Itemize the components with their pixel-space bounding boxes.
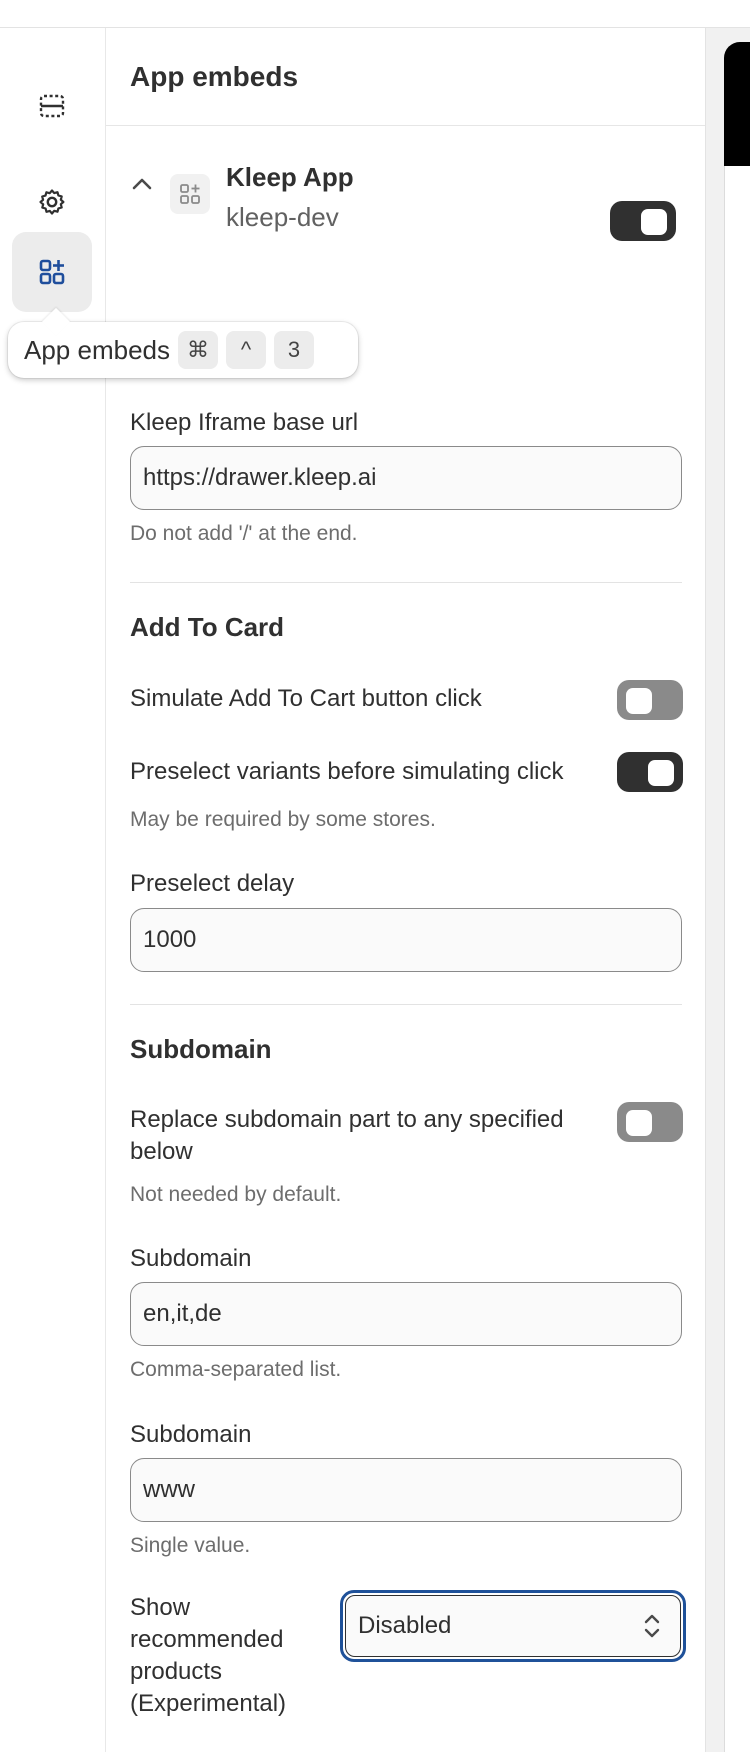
divider — [130, 1004, 682, 1005]
simulate-click-label: Simulate Add To Cart button click — [130, 685, 482, 712]
panel-header: App embeds — [106, 28, 705, 126]
iframe-url-help: Do not add '/' at the end. — [130, 522, 358, 545]
chevron-up-icon[interactable] — [128, 170, 156, 198]
iframe-url-input[interactable] — [130, 446, 682, 510]
simulate-click-toggle[interactable] — [617, 680, 683, 720]
tooltip: App embeds ⌘ ^ 3 — [8, 307, 358, 378]
kbd-control: ^ — [225, 331, 266, 369]
app-handle: kleep-dev — [226, 202, 339, 232]
settings-button[interactable] — [12, 162, 92, 242]
divider — [130, 582, 682, 583]
recommended-label-2: recommended — [130, 1626, 284, 1653]
app-embeds-button[interactable] — [12, 232, 92, 312]
select-value: Disabled — [358, 1612, 452, 1639]
tooltip-label: App embeds — [24, 334, 170, 365]
gear-icon — [39, 189, 65, 215]
preview-header — [724, 42, 750, 166]
app-enabled-toggle[interactable] — [610, 201, 676, 241]
preselect-delay-input[interactable] — [130, 908, 682, 972]
kbd-three: 3 — [273, 331, 314, 369]
add-to-card-heading: Add To Card — [130, 612, 285, 642]
sections-button[interactable] — [12, 66, 92, 146]
sidebar-rail — [0, 28, 106, 1752]
sections-icon — [39, 94, 65, 118]
page-title: App embeds — [130, 60, 299, 92]
recommended-label-3: products — [130, 1658, 223, 1685]
replace-subdomain-label-2: below — [130, 1138, 193, 1165]
app-name: Kleep App — [226, 162, 354, 192]
preselect-delay-label: Preselect delay — [130, 870, 295, 897]
recommended-label-4: (Experimental) — [130, 1690, 287, 1717]
replace-subdomain-help: Not needed by default. — [130, 1183, 342, 1206]
subdomain-single-label: Subdomain — [130, 1421, 252, 1448]
app-embeds-icon — [39, 259, 65, 285]
recommended-label-1: Show — [130, 1594, 191, 1621]
replace-subdomain-toggle[interactable] — [617, 1102, 683, 1142]
preselect-variants-label: Preselect variants before simulating cli… — [130, 758, 564, 785]
recommended-products-select[interactable]: Disabled — [340, 1590, 686, 1662]
preselect-help: May be required by some stores. — [130, 808, 436, 831]
app-embed-row: Kleep App kleep-dev — [106, 140, 706, 250]
subdomain-list-input[interactable] — [130, 1282, 682, 1346]
kbd-command: ⌘ — [177, 331, 218, 369]
app-block-icon — [170, 174, 210, 214]
subdomain-single-help: Single value. — [130, 1534, 251, 1557]
preselect-variants-toggle[interactable] — [617, 752, 683, 792]
chevron-up-down-icon — [644, 1614, 660, 1638]
subdomain-list-help: Comma-separated list. — [130, 1358, 342, 1381]
preview-frame — [724, 42, 750, 1752]
subdomain-list-label: Subdomain — [130, 1245, 252, 1272]
theme-preview — [706, 28, 750, 1752]
select-box: Disabled — [345, 1595, 681, 1657]
subdomain-heading: Subdomain — [130, 1034, 272, 1064]
subdomain-single-input[interactable] — [130, 1458, 682, 1522]
iframe-url-label: Kleep Iframe base url — [130, 409, 359, 436]
top-bar — [0, 0, 750, 28]
settings-panel: App embeds Kleep App kleep-dev Kleep Ifr… — [106, 28, 706, 1752]
replace-subdomain-label-1: Replace subdomain part to any specified — [130, 1106, 564, 1133]
